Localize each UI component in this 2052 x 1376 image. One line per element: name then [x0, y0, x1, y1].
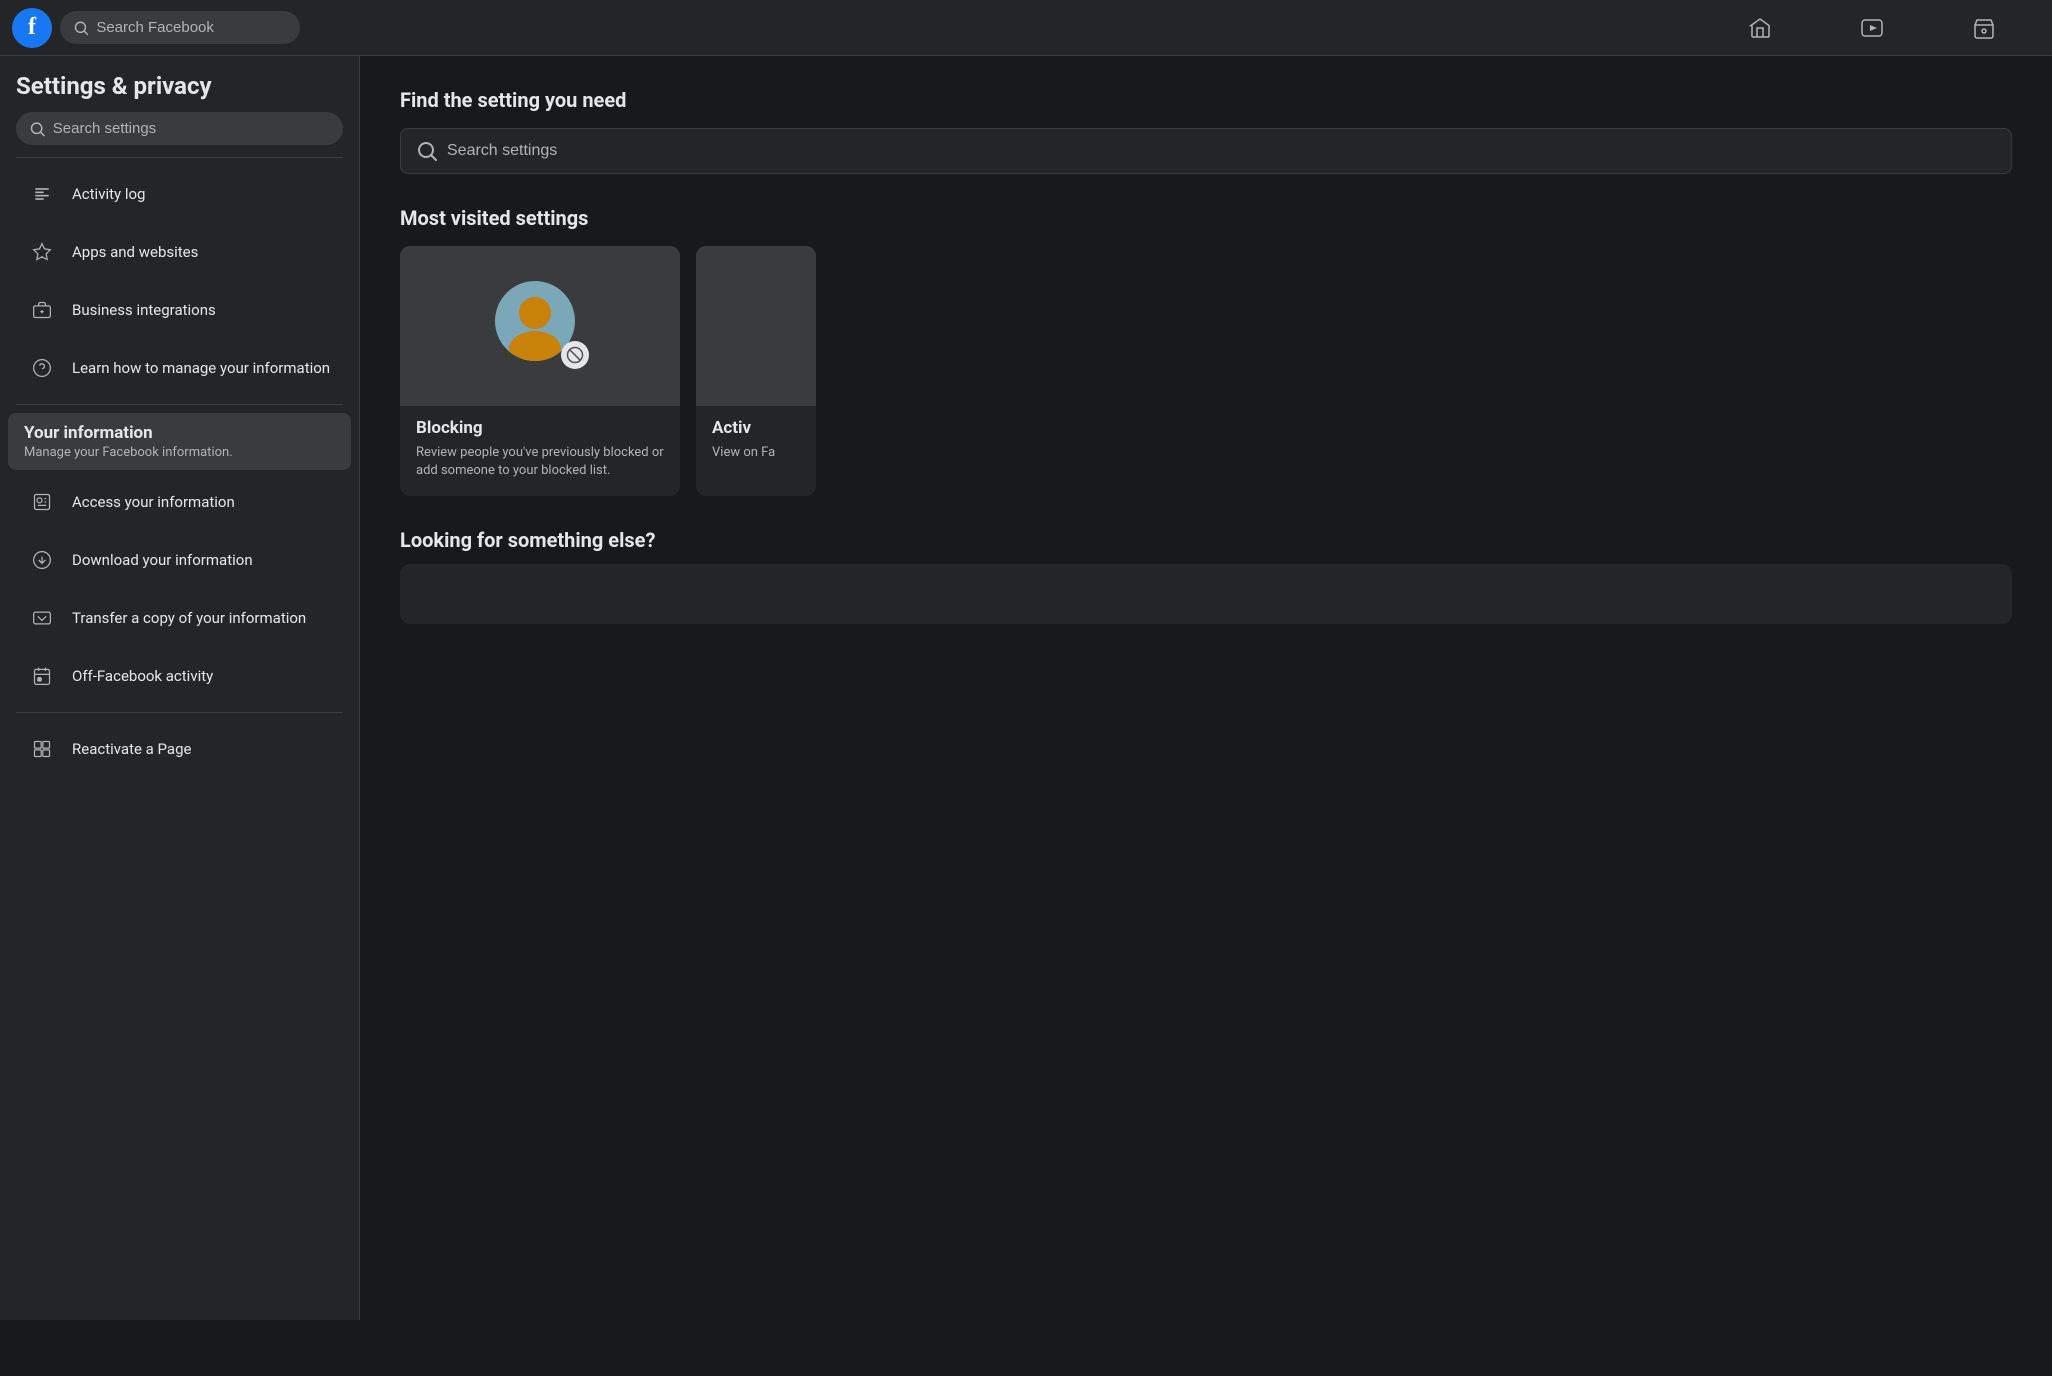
find-setting-title: Find the setting you need	[400, 88, 2012, 112]
sidebar-item-apps-websites[interactable]: Apps and websites	[8, 224, 351, 280]
search-icon	[74, 20, 88, 36]
sidebar-divider-bot	[16, 712, 343, 713]
sidebar-search-input[interactable]	[53, 120, 329, 137]
reactivate-page-label: Reactivate a Page	[72, 740, 191, 758]
looking-box	[400, 564, 2012, 624]
search-facebook-input[interactable]	[96, 19, 286, 36]
nav-icons	[1704, 4, 2040, 52]
sidebar-item-learn-manage[interactable]: Learn how to manage your information	[8, 340, 351, 396]
transfer-info-label: Transfer a copy of your information	[72, 609, 306, 627]
apps-websites-label: Apps and websites	[72, 243, 198, 261]
business-integrations-label: Business integrations	[72, 301, 216, 319]
most-visited-title: Most visited settings	[400, 206, 2012, 230]
sidebar-search[interactable]	[16, 112, 343, 145]
blocking-avatar	[495, 281, 585, 371]
main-content: Find the setting you need Most visited s…	[360, 56, 2052, 1320]
blocking-card[interactable]: Blocking Review people you've previously…	[400, 246, 680, 496]
settings-cards-row: Blocking Review people you've previously…	[400, 246, 2012, 496]
business-integrations-icon	[24, 292, 60, 328]
blocking-card-title: Blocking	[416, 418, 664, 438]
sidebar-divider-mid	[16, 404, 343, 405]
your-information-section[interactable]: Your information Manage your Facebook in…	[8, 413, 351, 470]
activity-log-icon	[24, 176, 60, 212]
home-nav-button[interactable]	[1704, 4, 1816, 52]
sidebar-search-icon	[30, 121, 45, 137]
off-facebook-label: Off-Facebook activity	[72, 667, 213, 685]
access-info-icon	[24, 484, 60, 520]
avatar-head	[519, 297, 551, 329]
watch-nav-button[interactable]	[1816, 4, 1928, 52]
main-layout: Settings & privacy Activity log	[0, 56, 2052, 1320]
your-information-title: Your information	[24, 423, 335, 443]
activity-card-title: Activ	[712, 418, 800, 438]
sidebar-item-reactivate-page[interactable]: Reactivate a Page	[8, 721, 351, 777]
sidebar-item-transfer-info[interactable]: Transfer a copy of your information	[8, 590, 351, 646]
blocking-card-image	[400, 246, 680, 406]
avatar-body	[509, 331, 561, 361]
apps-websites-icon	[24, 234, 60, 270]
activity-log-label: Activity log	[72, 185, 145, 203]
search-bar[interactable]	[60, 11, 300, 44]
top-navigation: f	[0, 0, 2052, 56]
activity-card-image	[696, 246, 816, 406]
activity-card[interactable]: Activ View on Fa	[696, 246, 816, 496]
transfer-info-icon	[24, 600, 60, 636]
block-badge	[561, 341, 589, 369]
sidebar-title: Settings & privacy	[0, 72, 359, 112]
sidebar-item-access-info[interactable]: Access your information	[8, 474, 351, 530]
sidebar-item-activity-log[interactable]: Activity log	[8, 166, 351, 222]
main-search-input[interactable]	[447, 142, 1995, 160]
block-icon	[566, 346, 584, 364]
activity-card-body: Activ View on Fa	[696, 406, 816, 478]
sidebar-item-off-facebook[interactable]: Off-Facebook activity	[8, 648, 351, 704]
looking-title: Looking for something else?	[400, 528, 2012, 552]
facebook-logo[interactable]: f	[12, 8, 52, 48]
blocking-card-desc: Review people you've previously blocked …	[416, 444, 664, 480]
main-search-bar[interactable]	[400, 128, 2012, 174]
marketplace-nav-button[interactable]	[1928, 4, 2040, 52]
activity-card-desc: View on Fa	[712, 444, 800, 462]
sidebar-item-download-info[interactable]: Download your information	[8, 532, 351, 588]
sidebar-divider-top	[16, 157, 343, 158]
download-info-icon	[24, 542, 60, 578]
learn-manage-icon	[24, 350, 60, 386]
sidebar-item-business-integrations[interactable]: Business integrations	[8, 282, 351, 338]
download-info-label: Download your information	[72, 551, 253, 569]
learn-manage-label: Learn how to manage your information	[72, 359, 330, 377]
reactivate-page-icon	[24, 731, 60, 767]
sidebar: Settings & privacy Activity log	[0, 56, 360, 1320]
off-facebook-icon	[24, 658, 60, 694]
access-info-label: Access your information	[72, 493, 235, 511]
blocking-card-body: Blocking Review people you've previously…	[400, 406, 680, 496]
your-information-subtitle: Manage your Facebook information.	[24, 445, 335, 460]
main-search-icon	[417, 141, 437, 161]
